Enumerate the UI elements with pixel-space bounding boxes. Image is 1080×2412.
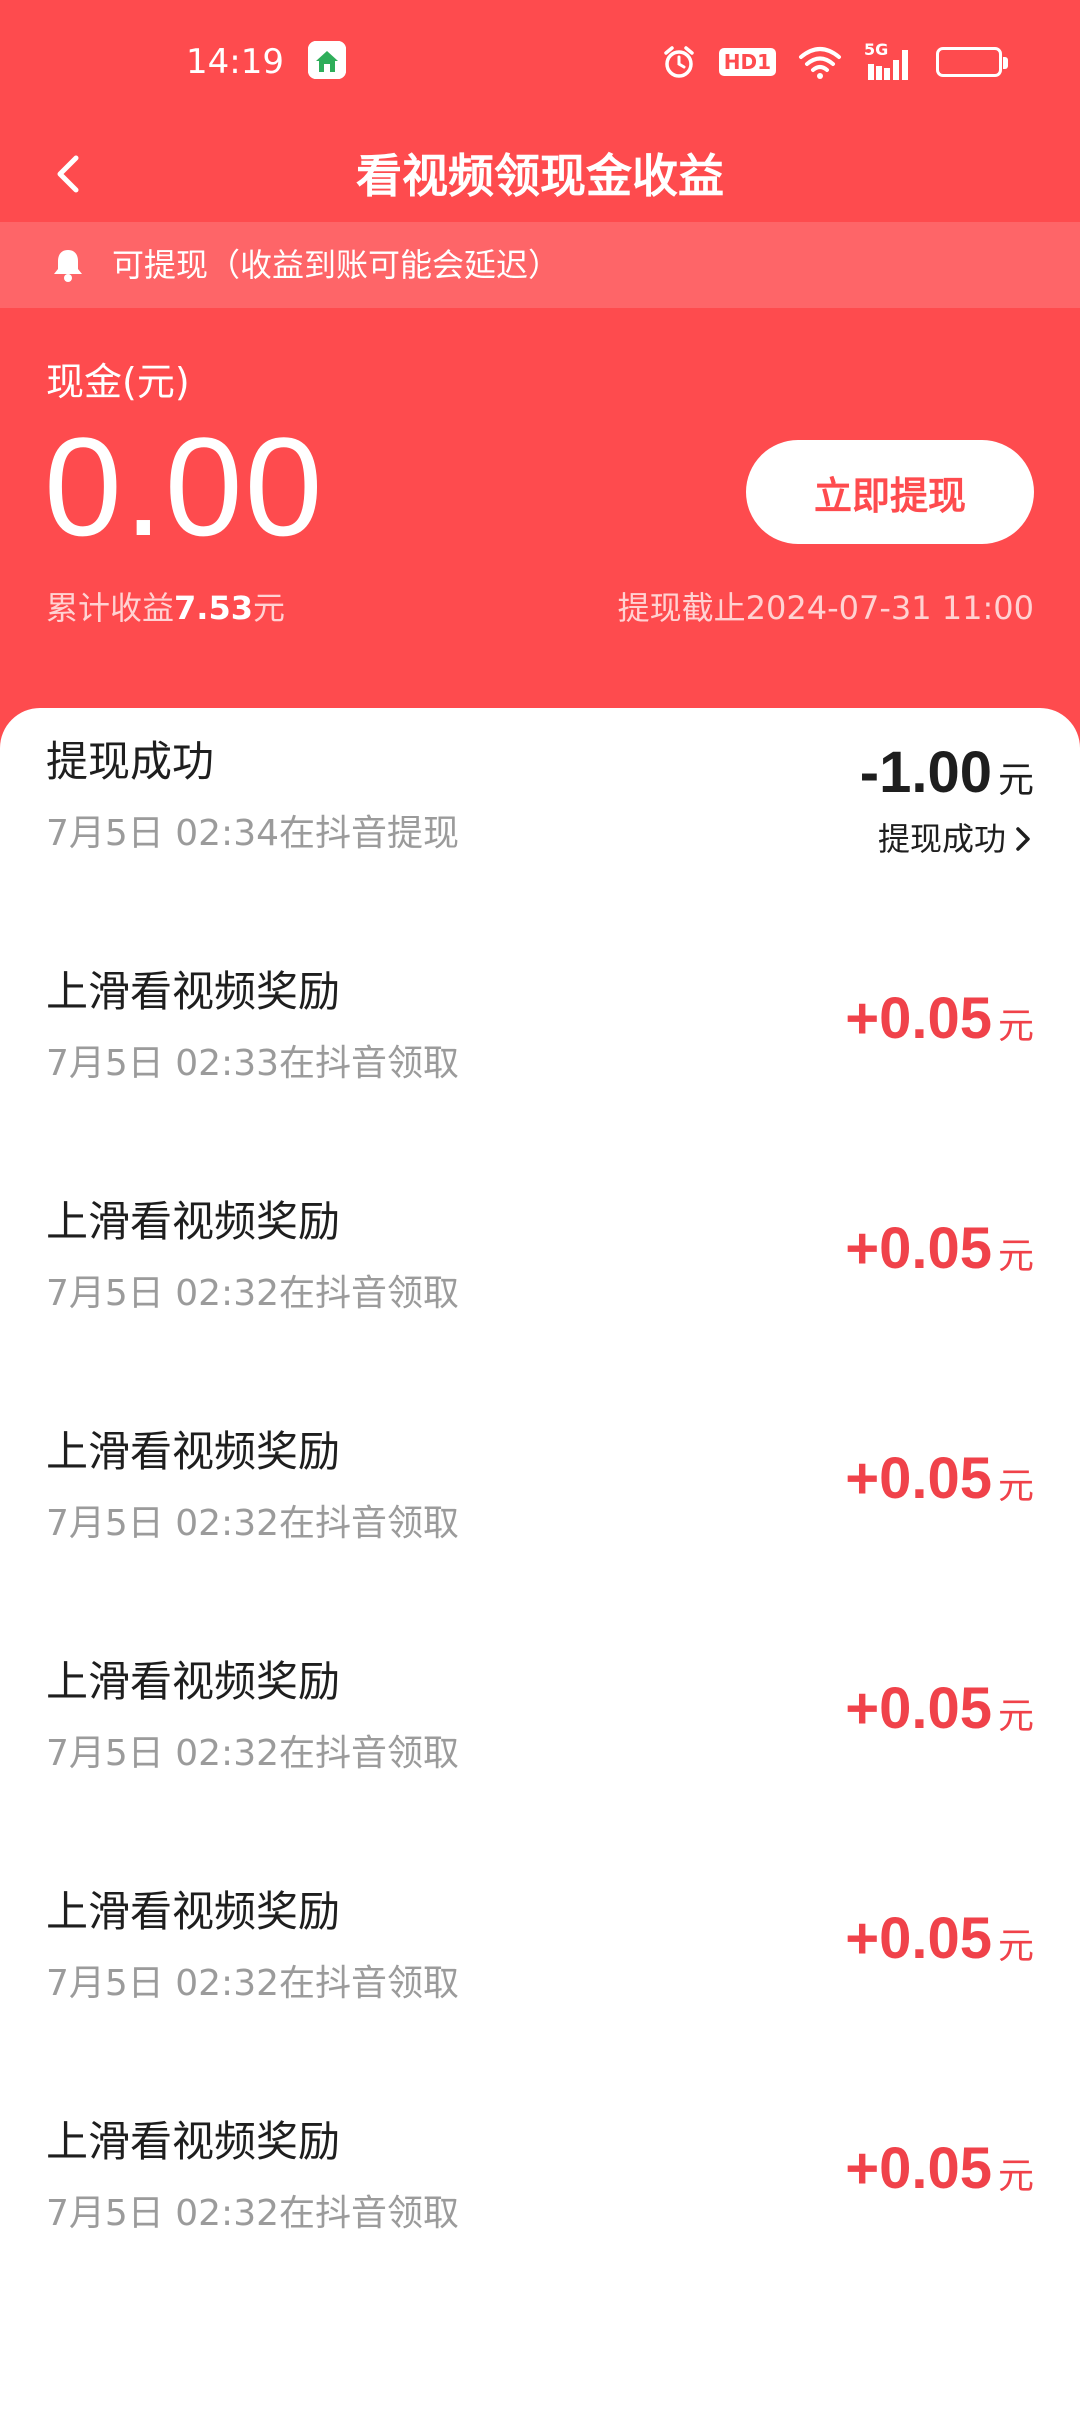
record-amount: +0.05 元 — [845, 2134, 1034, 2212]
list-item[interactable]: 上滑看视频奖励 7月5日 02:33在抖音领取 +0.05 元 — [0, 938, 1080, 1138]
list-item[interactable]: 上滑看视频奖励 7月5日 02:32在抖音领取 +0.05 元 — [0, 1398, 1080, 1598]
record-amount: -1.00 元 — [860, 738, 1034, 816]
status-bar: 14:19 HD1 5G — [0, 0, 1080, 124]
amount-value: +0.05 — [845, 1446, 992, 1511]
app-icon — [308, 41, 346, 79]
record-amount: +0.05 元 — [845, 1214, 1034, 1292]
battery-icon — [936, 47, 1008, 77]
list-item[interactable]: 上滑看视频奖励 7月5日 02:32在抖音领取 +0.05 元 — [0, 2088, 1080, 2288]
status-time: 14:19 — [186, 42, 284, 82]
navigation-bar: 看视频领现金收益 — [0, 124, 1080, 224]
total-earnings-value: 7.53 — [174, 589, 253, 627]
record-title: 上滑看视频奖励 — [46, 1657, 341, 1706]
record-title: 上滑看视频奖励 — [46, 1427, 341, 1476]
bell-icon — [54, 250, 82, 282]
list-item[interactable]: 上滑看视频奖励 7月5日 02:32在抖音领取 +0.05 元 — [0, 1858, 1080, 2058]
amount-unit: 元 — [997, 1466, 1034, 1507]
record-title: 提现成功 — [46, 737, 215, 786]
amount-value: +0.05 — [845, 1676, 992, 1741]
cash-label: 现金(元) — [46, 360, 190, 404]
alarm-icon — [663, 46, 694, 78]
amount-value: +0.05 — [845, 2136, 992, 2201]
page-title: 看视频领现金收益 — [356, 149, 724, 203]
amount-unit: 元 — [997, 2156, 1034, 2197]
record-subtitle: 7月5日 02:32在抖音领取 — [46, 1273, 459, 1314]
withdraw-now-button[interactable]: 立即提现 — [746, 440, 1034, 544]
amount-unit: 元 — [997, 1696, 1034, 1737]
earnings-list: 提现成功 7月5日 02:34在抖音提现 -1.00 元 提现成功 上滑看视频奖励… — [0, 708, 1080, 2412]
amount-value: -1.00 — [859, 740, 992, 805]
list-item[interactable]: 提现成功 7月5日 02:34在抖音提现 -1.00 元 提现成功 — [0, 708, 1080, 908]
record-amount: +0.05 元 — [845, 1444, 1034, 1522]
record-subtitle: 7月5日 02:34在抖音提现 — [46, 813, 459, 854]
record-subtitle: 7月5日 02:32在抖音领取 — [46, 2193, 459, 2234]
record-subtitle: 7月5日 02:32在抖音领取 — [46, 1733, 459, 1774]
amount-unit: 元 — [997, 760, 1034, 801]
list-item[interactable]: 上滑看视频奖励 7月5日 02:32在抖音领取 +0.05 元 — [0, 1628, 1080, 1828]
list-item[interactable]: 上滑看视频奖励 7月5日 02:32在抖音领取 +0.05 元 — [0, 1168, 1080, 1368]
record-amount: +0.05 元 — [845, 1904, 1034, 1982]
record-amount: +0.05 元 — [845, 984, 1034, 1062]
amount-value: +0.05 — [845, 986, 992, 1051]
amount-unit: 元 — [997, 1926, 1034, 1967]
notice-banner: 可提现（收益到账可能会延迟） — [0, 222, 1080, 308]
status-icons: HD1 5G — [661, 40, 1008, 84]
total-earnings-unit: 元 — [252, 589, 285, 627]
chevron-right-icon — [1016, 827, 1030, 851]
amount-unit: 元 — [997, 1236, 1034, 1277]
record-title: 上滑看视频奖励 — [46, 967, 341, 1016]
total-earnings-prefix: 累计收益 — [46, 589, 175, 627]
amount-value: +0.05 — [845, 1906, 992, 1971]
record-amount: +0.05 元 — [845, 1674, 1034, 1752]
record-subtitle: 7月5日 02:32在抖音领取 — [46, 1963, 459, 2004]
withdraw-status-link[interactable]: 提现成功 — [878, 818, 1034, 860]
record-title: 上滑看视频奖励 — [46, 1197, 341, 1246]
5g-signal-icon: 5G — [864, 40, 914, 80]
amount-value: +0.05 — [845, 1216, 992, 1281]
total-earnings: 累计收益7.53元 — [46, 586, 285, 630]
status-label: 提现成功 — [877, 820, 1006, 858]
hd-icon: HD1 — [718, 48, 776, 76]
record-subtitle: 7月5日 02:32在抖音领取 — [46, 1503, 459, 1544]
wifi-icon — [799, 47, 841, 79]
amount-unit: 元 — [997, 1006, 1034, 1047]
cash-amount: 0.00 — [44, 408, 325, 565]
record-subtitle: 7月5日 02:33在抖音领取 — [46, 1043, 459, 1084]
record-title: 上滑看视频奖励 — [46, 2117, 341, 2166]
record-title: 上滑看视频奖励 — [46, 1887, 341, 1936]
withdraw-deadline: 提现截止2024-07-31 11:00 — [617, 589, 1034, 627]
notice-text: 可提现（收益到账可能会延迟） — [112, 246, 561, 284]
